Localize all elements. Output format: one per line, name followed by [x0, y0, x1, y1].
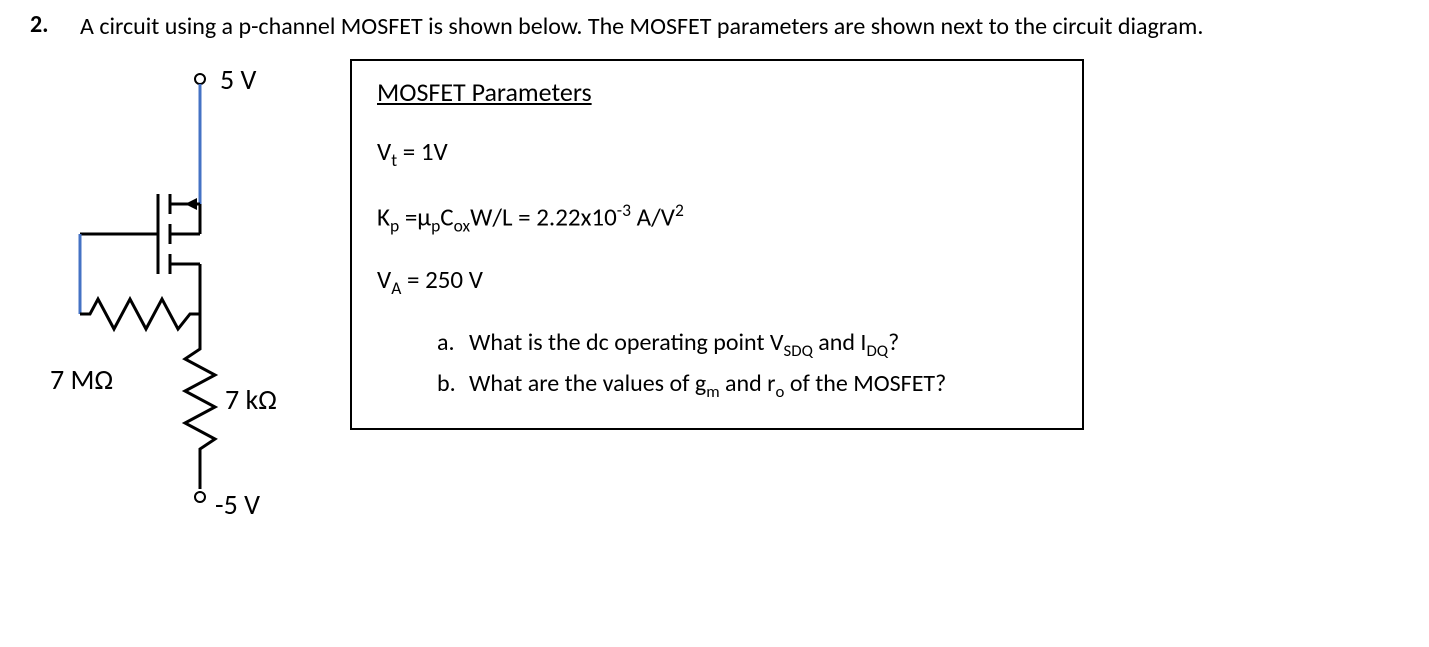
question-a: a. What is the dc operating point VSDQ a…	[437, 327, 1057, 362]
problem-container: 2. A circuit using a p-channel MOSFET is…	[30, 10, 1399, 569]
question-b: b. What are the values of gm and ro of t…	[437, 368, 1057, 403]
r-drain-label: 7 kΩ	[225, 382, 277, 417]
main-row: 5 V	[80, 49, 1399, 569]
bottom-voltage-label: -5 V	[215, 487, 260, 522]
param-va: VA = 250 V	[377, 264, 1057, 299]
problem-intro: A circuit using a p-channel MOSFET is sh…	[80, 10, 1399, 44]
param-kp: Kp =μpCoxW/L = 2.22x10-3 A/V2	[377, 199, 1057, 236]
questions-list: a. What is the dc operating point VSDQ a…	[437, 327, 1057, 402]
problem-number: 2.	[30, 10, 60, 39]
param-vt: Vt = 1V	[377, 136, 1057, 171]
params-title: MOSFET Parameters	[377, 76, 1057, 108]
parameters-box: MOSFET Parameters Vt = 1V Kp =μpCoxW/L =…	[350, 59, 1084, 431]
r-gate-label: 7 MΩ	[50, 362, 113, 397]
circuit-diagram: 5 V	[30, 49, 310, 569]
top-voltage-label: 5 V	[220, 62, 257, 97]
problem-content: A circuit using a p-channel MOSFET is sh…	[80, 10, 1399, 569]
